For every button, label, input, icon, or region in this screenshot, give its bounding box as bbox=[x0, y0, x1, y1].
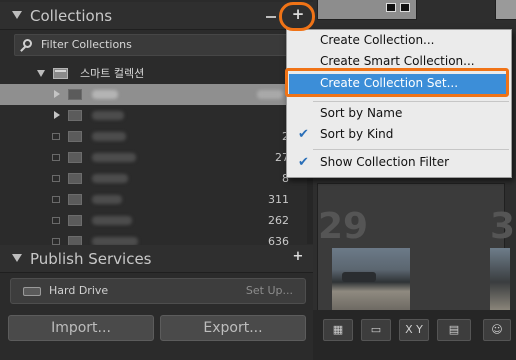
stack-icon bbox=[52, 196, 60, 203]
stack-icon bbox=[52, 175, 60, 182]
expand-arrow-icon[interactable] bbox=[54, 90, 60, 98]
blurred-count bbox=[257, 90, 283, 99]
hard-drive-label: Hard Drive bbox=[49, 284, 109, 297]
collection-row[interactable] bbox=[0, 84, 313, 105]
collapse-triangle-icon[interactable] bbox=[12, 254, 22, 262]
people-view-icon[interactable]: ☺ bbox=[483, 319, 511, 341]
blurred-name bbox=[92, 111, 124, 120]
expand-triangle-icon[interactable] bbox=[37, 70, 45, 77]
filter-collections-field[interactable]: Filter Collections bbox=[14, 34, 307, 56]
grid-cell[interactable]: 29 30 bbox=[317, 183, 516, 313]
menu-item-label: Sort by Kind bbox=[320, 127, 394, 141]
search-icon bbox=[23, 39, 32, 48]
loupe-view-icon[interactable]: ▭ bbox=[361, 319, 391, 341]
badge-icon bbox=[400, 3, 410, 12]
add-publish-service-icon[interactable]: + bbox=[288, 249, 308, 267]
menu-item-label: Sort by Name bbox=[320, 106, 403, 120]
stack-icon bbox=[52, 238, 60, 245]
menu-item-label: Show Collection Filter bbox=[320, 155, 450, 169]
collection-row[interactable]: 27 bbox=[0, 147, 313, 168]
highlight-ring-menu-item bbox=[285, 68, 509, 97]
hard-drive-service[interactable]: Hard Drive Set Up... bbox=[10, 278, 306, 304]
publish-services-title: Publish Services bbox=[30, 250, 152, 268]
car-shape bbox=[342, 272, 376, 282]
blurred-name bbox=[92, 132, 126, 141]
checkmark-icon: ✔ bbox=[298, 127, 309, 142]
stack-icon bbox=[52, 133, 60, 140]
menu-sort-by-kind[interactable]: ✔ Sort by Kind bbox=[287, 125, 511, 145]
blurred-name bbox=[92, 153, 136, 162]
publish-services-header[interactable]: Publish Services + bbox=[0, 245, 313, 273]
collection-row[interactable]: 2 bbox=[0, 126, 313, 147]
collapse-triangle-icon[interactable] bbox=[12, 11, 22, 19]
menu-item-label: Create Smart Collection... bbox=[320, 54, 475, 68]
smart-collection-icon bbox=[68, 173, 82, 184]
smart-collections-label: 스마트 컬렉션 bbox=[80, 67, 145, 80]
smart-collection-icon bbox=[68, 89, 82, 100]
collections-header[interactable]: Collections + bbox=[0, 2, 313, 30]
compare-view-button[interactable]: X Y bbox=[399, 319, 429, 341]
menu-sort-by-name[interactable]: Sort by Name bbox=[287, 104, 511, 124]
remove-collection-icon[interactable] bbox=[266, 16, 276, 18]
menu-separator bbox=[313, 101, 509, 102]
stack-icon bbox=[52, 217, 60, 224]
expand-arrow-icon[interactable] bbox=[54, 111, 60, 119]
collections-title: Collections bbox=[30, 7, 113, 25]
menu-show-collection-filter[interactable]: ✔ Show Collection Filter bbox=[287, 153, 511, 173]
checkmark-icon: ✔ bbox=[298, 155, 309, 170]
blurred-name bbox=[92, 90, 118, 99]
photo-thumbnail[interactable] bbox=[332, 248, 410, 310]
menu-create-collection[interactable]: Create Collection... bbox=[287, 31, 511, 51]
highlight-ring-plus bbox=[279, 2, 315, 31]
cell-index-number: 30 bbox=[490, 206, 516, 247]
add-collection-menu: Create Collection... Create Smart Collec… bbox=[286, 29, 512, 178]
filter-collections-placeholder: Filter Collections bbox=[41, 38, 132, 51]
blurred-name bbox=[92, 174, 128, 183]
smart-collection-icon bbox=[68, 194, 82, 205]
smart-collection-icon bbox=[68, 152, 82, 163]
collection-row[interactable]: 311 bbox=[0, 189, 313, 210]
collection-row[interactable]: 8 bbox=[0, 168, 313, 189]
collection-row[interactable] bbox=[0, 105, 313, 126]
left-panel: Collections + Filter Collections 스마트 컬렉션 bbox=[0, 0, 313, 360]
grid-view-icon[interactable]: ▦ bbox=[323, 319, 353, 341]
smart-collection-icon bbox=[68, 215, 82, 226]
grid-toolbar: ▦ ▭ X Y ▤ ☺ bbox=[313, 310, 516, 360]
smart-collections-set[interactable]: 스마트 컬렉션 bbox=[0, 64, 313, 82]
grid-cell[interactable] bbox=[317, 0, 417, 20]
export-button[interactable]: Export... bbox=[160, 315, 306, 341]
survey-view-icon[interactable]: ▤ bbox=[437, 319, 471, 341]
badge-icon bbox=[386, 3, 396, 12]
grid-cell[interactable] bbox=[495, 0, 516, 20]
setup-link[interactable]: Set Up... bbox=[246, 284, 293, 297]
blurred-name bbox=[92, 195, 122, 204]
collection-set-icon bbox=[53, 68, 68, 79]
stack-icon bbox=[52, 154, 60, 161]
blurred-name bbox=[92, 216, 132, 225]
photo-thumbnail[interactable] bbox=[490, 248, 510, 310]
collection-count: 262 bbox=[268, 214, 289, 227]
menu-separator bbox=[313, 149, 509, 150]
smart-collection-icon bbox=[68, 110, 82, 121]
menu-item-label: Create Collection... bbox=[320, 33, 435, 47]
collection-row[interactable]: 262 bbox=[0, 210, 313, 231]
collection-count: 311 bbox=[268, 193, 289, 206]
cell-index-number: 29 bbox=[318, 206, 369, 247]
hard-drive-icon bbox=[23, 287, 41, 296]
smart-collection-icon bbox=[68, 131, 82, 142]
import-button[interactable]: Import... bbox=[8, 315, 154, 341]
